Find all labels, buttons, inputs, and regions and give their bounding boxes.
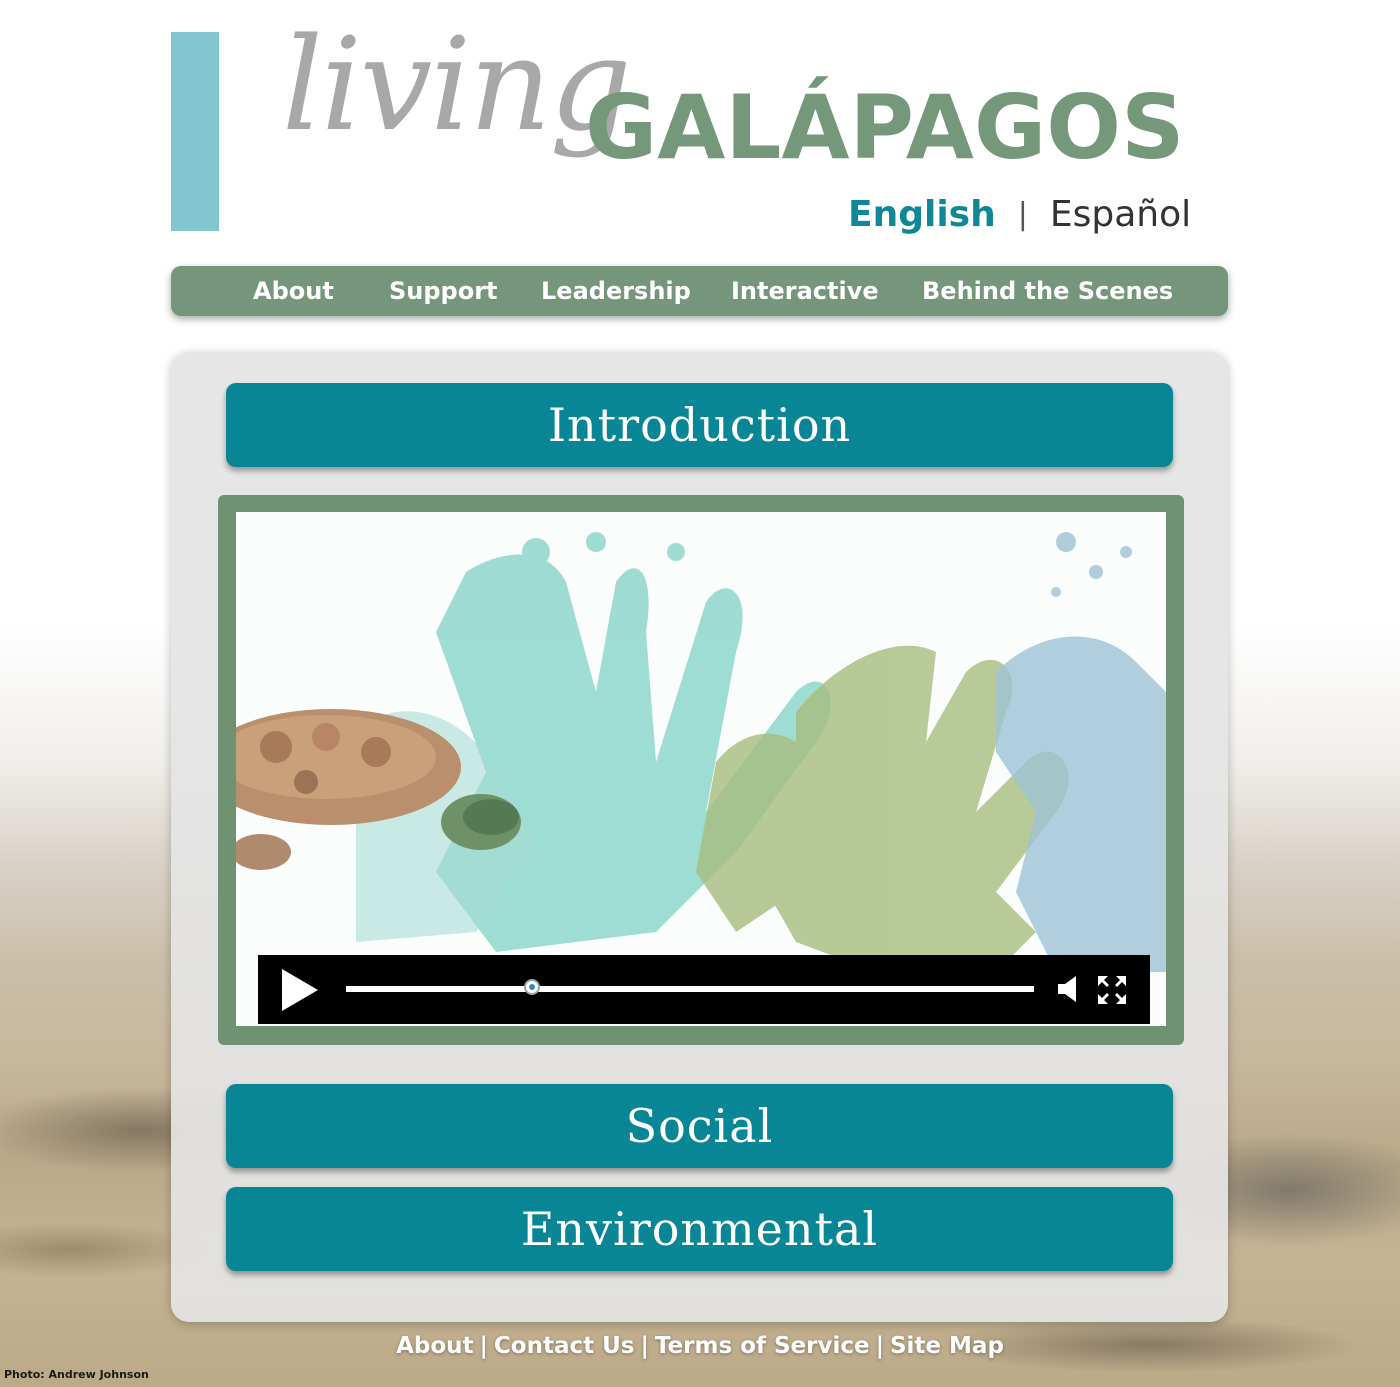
- nav-item-about[interactable]: About: [253, 277, 334, 305]
- section-social-button[interactable]: Social: [226, 1084, 1173, 1168]
- footer-separator: |: [640, 1333, 649, 1359]
- video-player[interactable]: [236, 512, 1166, 1026]
- nav-item-support[interactable]: Support: [389, 277, 498, 305]
- footer-link-terms-of-service[interactable]: Terms of Service: [655, 1333, 870, 1359]
- footer-link-site-map[interactable]: Site Map: [890, 1333, 1004, 1359]
- main-nav: About Support Leadership Interactive Beh…: [171, 266, 1228, 316]
- volume-icon[interactable]: [1056, 974, 1082, 1004]
- footer-separator: |: [479, 1333, 488, 1359]
- nav-item-leadership[interactable]: Leadership: [541, 277, 691, 305]
- footer-separator: |: [875, 1333, 884, 1359]
- video-controls-bar: [258, 955, 1150, 1024]
- footer-links: About | Contact Us | Terms of Service | Site M…: [0, 1330, 1400, 1362]
- language-english-link[interactable]: English: [848, 197, 996, 233]
- fullscreen-icon[interactable]: [1096, 974, 1128, 1006]
- language-separator: |: [1017, 197, 1028, 232]
- logo-name-text: GALÁPAGOS: [585, 76, 1185, 179]
- video-progress-track[interactable]: [346, 979, 1034, 995]
- photo-credit: Photo: Andrew Johnson: [4, 1368, 149, 1381]
- section-introduction-button[interactable]: Introduction: [226, 383, 1173, 467]
- footer-link-about[interactable]: About: [396, 1333, 473, 1359]
- nav-item-behind-the-scenes[interactable]: Behind the Scenes: [922, 277, 1173, 305]
- logo-script-text: living: [282, 11, 631, 160]
- footer-link-contact-us[interactable]: Contact Us: [494, 1333, 635, 1359]
- language-switcher: English | Español: [848, 197, 1191, 233]
- language-spanish-link[interactable]: Español: [1050, 197, 1191, 233]
- section-environmental-button[interactable]: Environmental: [226, 1187, 1173, 1271]
- video-thumbnail-illustration: [236, 532, 1166, 972]
- video-progress-handle[interactable]: [523, 979, 540, 995]
- play-icon[interactable]: [280, 967, 320, 1013]
- nav-item-interactive[interactable]: Interactive: [731, 277, 879, 305]
- logo-accent-bar: [171, 32, 219, 231]
